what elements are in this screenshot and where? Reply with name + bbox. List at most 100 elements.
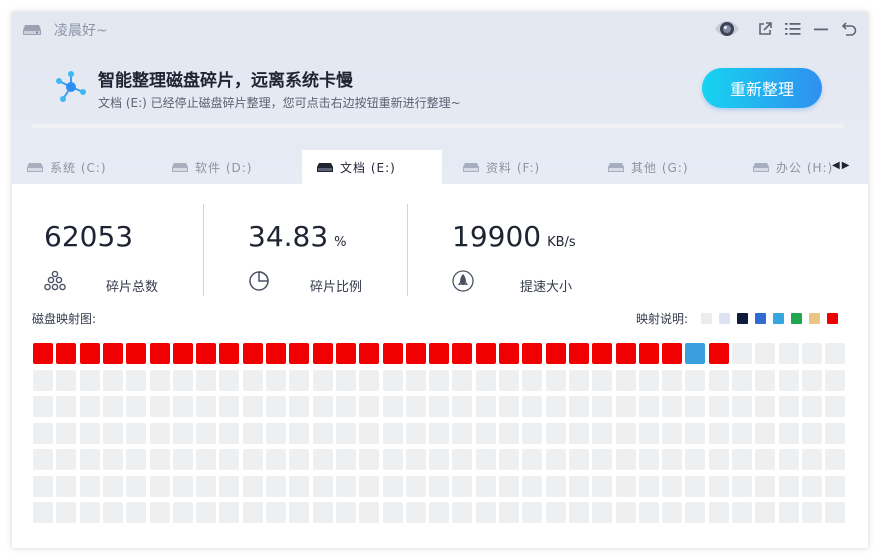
disk-icon [172, 162, 188, 172]
disk-map-cell [126, 396, 147, 417]
disk-map-cell [778, 422, 799, 444]
tab-label: 资料 (F:) [486, 160, 541, 175]
disk-map-cell [662, 449, 683, 470]
disk-map-cell [405, 502, 426, 523]
disk-map-cell [499, 502, 519, 523]
disk-map-cell [266, 449, 286, 470]
disk-map-cell [708, 475, 729, 497]
tab-drive-e[interactable]: 文档 (E:) [302, 150, 442, 184]
share-button[interactable] [756, 20, 774, 38]
back-button[interactable] [840, 20, 858, 38]
disk-map-cell [126, 449, 147, 470]
disk-map-cell [172, 502, 193, 523]
disk-map-cell [452, 369, 473, 391]
disk-map-cell [196, 369, 217, 391]
disk-map-cell [266, 475, 286, 497]
tab-label: 其他 (G:) [631, 160, 689, 175]
disk-map-cell [289, 422, 310, 444]
disk-map-cell [545, 343, 566, 364]
disk-map-cell [452, 449, 473, 470]
redo-defrag-button[interactable]: 重新整理 [702, 68, 822, 108]
disk-map-cell [56, 475, 77, 497]
disk-map-cell [289, 343, 310, 364]
disk-map-cell [615, 369, 636, 391]
disk-map-cell [102, 422, 123, 444]
disk-map-cell [79, 449, 100, 470]
disk-map-cell [708, 369, 729, 391]
legend-swatch [755, 313, 767, 324]
disk-map-cell [196, 502, 217, 523]
disk-map-cell [172, 369, 193, 391]
user-avatar-icon [715, 21, 739, 36]
greeting-text: 凌晨好~ [54, 23, 108, 39]
disk-map-cell [755, 396, 776, 417]
disk-map-cell [56, 369, 77, 391]
disk-map-cell [126, 475, 147, 497]
speedup-value-row: 19900 KB/s [452, 220, 576, 253]
disk-map-cell [499, 422, 519, 444]
progress-track [32, 124, 844, 128]
tab-drive-g[interactable]: 其他 (G:) [593, 150, 733, 184]
disk-map-cell [429, 502, 450, 523]
disk-icon [608, 162, 624, 172]
disk-map-cell [638, 475, 659, 497]
disk-map-cell [568, 422, 589, 444]
disk-map-cell [219, 475, 240, 497]
disk-map-cell [359, 422, 380, 444]
fragment-ratio-value-row: 34.83% [248, 220, 347, 253]
tab-scroll-arrows[interactable]: ◀▶ [832, 160, 851, 171]
disk-map-cell [219, 449, 240, 470]
disk-map-title: 磁盘映射图: [32, 312, 97, 326]
disk-map-cell [475, 343, 496, 364]
disk-map-cell [219, 396, 240, 417]
disk-map-cell [312, 475, 333, 497]
fragment-ratio-label: 碎片比例 [310, 280, 363, 295]
avatar[interactable] [712, 18, 742, 40]
disk-map-cell [266, 343, 286, 364]
header: 凌晨好~ 智能整理磁盘碎片，远离系统卡慢 文档 (E:) 已经停止磁盘碎片整理，… [12, 12, 868, 184]
disk-map-cell [638, 422, 659, 444]
disk-map-cell [732, 396, 752, 417]
disk-map-cell [196, 422, 217, 444]
disk-map-cell [359, 502, 380, 523]
tab-drive-c[interactable]: 系统 (C:) [12, 150, 152, 184]
disk-map-cell [242, 396, 263, 417]
disk-map-cell [615, 422, 636, 444]
disk-map-cell [382, 369, 403, 391]
disk-map-cell [545, 422, 566, 444]
disk-map-cell [592, 449, 613, 470]
disk-map-cell [452, 396, 473, 417]
disk-map-cell [685, 396, 706, 417]
disk-map-cell [615, 502, 636, 523]
disk-map-cell [801, 449, 822, 470]
disk-map-cell [335, 396, 356, 417]
disk-map-cell [708, 422, 729, 444]
disk-map-cell [289, 475, 310, 497]
disk-map-cell [825, 449, 846, 470]
rocket-icon [452, 270, 474, 292]
disk-map-cell [475, 396, 496, 417]
defrag-molecule-icon [56, 71, 86, 102]
disk-map-cell [778, 343, 799, 364]
disk-map-cell [102, 475, 123, 497]
arrow-right-icon[interactable]: ▶ [842, 160, 852, 171]
legend-swatch [791, 313, 803, 324]
disk-map-cell [79, 475, 100, 497]
tab-drive-f[interactable]: 资料 (F:) [448, 150, 588, 184]
disk-map-cell [755, 449, 776, 470]
disk-map-cell [289, 502, 310, 523]
disk-map-cell [568, 396, 589, 417]
arrow-left-icon[interactable]: ◀ [832, 160, 842, 171]
tab-drive-d[interactable]: 软件 (D:) [157, 150, 297, 184]
disk-map-cell [778, 369, 799, 391]
minimize-button[interactable] [812, 20, 830, 38]
disk-map-cell [289, 369, 310, 391]
disk-map-cell [452, 422, 473, 444]
disk-map-cell [289, 449, 310, 470]
disk-map-cell [359, 475, 380, 497]
menu-button[interactable] [784, 20, 802, 38]
disk-map-cell [429, 343, 450, 364]
disk-map-cell [242, 475, 263, 497]
disk-map-cell [33, 422, 53, 444]
disk-map-cell [638, 369, 659, 391]
